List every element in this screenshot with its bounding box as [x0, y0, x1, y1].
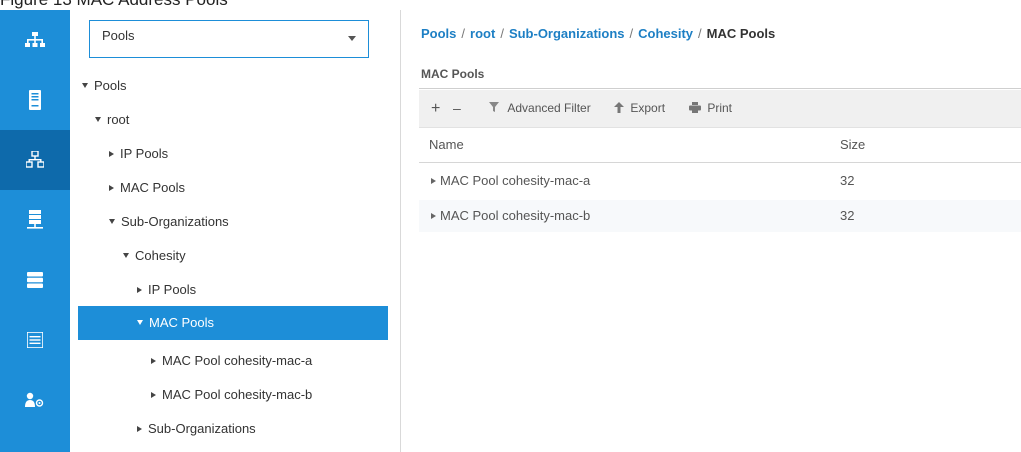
advanced-filter-button[interactable]: Advanced Filter	[489, 90, 591, 127]
column-header-name[interactable]: Name	[429, 130, 464, 160]
filter-icon	[489, 101, 504, 115]
list-icon	[27, 332, 43, 348]
rail-item-vm[interactable]	[0, 310, 70, 370]
print-button[interactable]: Print	[689, 90, 732, 127]
collapse-caret-icon[interactable]	[151, 357, 156, 364]
tree-node-cohesity[interactable]: Cohesity	[78, 239, 388, 273]
rail-item-admin[interactable]	[0, 370, 70, 430]
breadcrumb-separator: /	[461, 26, 466, 41]
rail-item-equipment[interactable]	[0, 10, 70, 70]
export-label: Export	[630, 101, 666, 115]
tree-node-label: MAC Pool cohesity-mac-b	[162, 387, 313, 402]
collapse-caret-icon[interactable]	[137, 425, 142, 432]
breadcrumb-link[interactable]: root	[470, 26, 495, 41]
tree-node-sub-organizations[interactable]: Sub-Organizations	[78, 205, 388, 239]
tree-node-ip-pools[interactable]: IP Pools	[78, 137, 388, 171]
lan-icon	[26, 151, 44, 169]
server-icon	[28, 90, 42, 110]
tree-node-label: Sub-Organizations	[121, 214, 229, 229]
advanced-filter-label: Advanced Filter	[507, 101, 591, 115]
tree-node-label: root	[107, 112, 130, 127]
breadcrumb-current: MAC Pools	[706, 26, 776, 41]
tree-node-label: MAC Pool cohesity-mac-a	[162, 353, 313, 368]
print-label: Print	[707, 101, 733, 115]
breadcrumb-link[interactable]: Sub-Organizations	[509, 26, 625, 41]
rail-item-servers[interactable]	[0, 70, 70, 130]
tree-node-label: IP Pools	[148, 282, 197, 297]
chevron-down-icon	[348, 36, 356, 41]
export-arrow-icon	[614, 101, 627, 115]
figure-caption: Figure 13 MAC Address Pools	[0, 0, 228, 10]
breadcrumb-link[interactable]: Pools	[421, 26, 456, 41]
row-size: 32	[840, 173, 855, 188]
main-nav-rail	[0, 10, 70, 452]
tree-node-label: Pools	[94, 78, 127, 93]
collapse-caret-icon[interactable]	[109, 184, 114, 191]
collapse-caret-icon[interactable]	[151, 391, 156, 398]
section-title: MAC Pools	[421, 67, 485, 81]
breadcrumb-separator: /	[500, 26, 504, 41]
tree-node-mac-pools[interactable]: MAC Pools	[78, 171, 388, 205]
export-button[interactable]: Export	[614, 90, 665, 127]
network-topology-icon	[25, 32, 45, 48]
tree-node-root[interactable]: root	[78, 103, 388, 137]
navigation-pane: Pools Pools root IP Pools MAC Pools Sub-…	[70, 10, 401, 452]
content-pane: Pools / root / Sub-Organizations / Cohesity / MA…	[401, 10, 1021, 452]
tree-node-label: MAC Pools	[149, 315, 215, 330]
rail-item-storage[interactable]	[0, 250, 70, 310]
breadcrumb-separator: /	[629, 26, 634, 41]
expand-row-icon[interactable]	[431, 212, 436, 219]
row-name-cell: MAC Pool cohesity-mac-a	[431, 165, 590, 197]
printer-icon	[689, 101, 704, 115]
nav-filter-dropdown[interactable]: Pools	[89, 20, 369, 58]
admin-settings-icon	[25, 392, 45, 408]
tree-node-cohesity-ip-pools[interactable]: IP Pools	[78, 273, 388, 307]
tree-node-pools[interactable]: Pools	[78, 69, 388, 103]
breadcrumb-separator: /	[698, 26, 702, 41]
expand-caret-icon[interactable]	[109, 219, 115, 225]
remove-button[interactable]: –	[453, 90, 461, 127]
table-header: Name Size	[419, 130, 1021, 163]
breadcrumb: Pools / root / Sub-Organizations / Cohesity / MA…	[421, 26, 775, 41]
tree-node-cohesity-sub-organizations[interactable]: Sub-Organizations	[78, 412, 388, 446]
expand-caret-icon[interactable]	[95, 117, 101, 123]
section-divider	[419, 88, 1021, 89]
row-size: 32	[840, 208, 855, 223]
row-name: MAC Pool cohesity-mac-b	[440, 208, 591, 223]
table-row[interactable]: MAC Pool cohesity-mac-a 32	[419, 165, 1021, 197]
row-name: MAC Pool cohesity-mac-a	[440, 173, 591, 188]
expand-caret-icon[interactable]	[82, 83, 88, 89]
tree-node-label: IP Pools	[120, 146, 169, 161]
expand-row-icon[interactable]	[431, 177, 436, 184]
expand-caret-icon[interactable]	[137, 320, 143, 326]
row-name-cell: MAC Pool cohesity-mac-b	[431, 200, 590, 232]
rail-item-san[interactable]	[0, 190, 70, 250]
storage-icon	[27, 272, 43, 288]
tree-node-label: MAC Pools	[120, 180, 186, 195]
table-row[interactable]: MAC Pool cohesity-mac-b 32	[419, 200, 1021, 232]
breadcrumb-link[interactable]: Cohesity	[638, 26, 693, 41]
add-button[interactable]: +	[431, 90, 440, 127]
rail-item-lan[interactable]	[0, 130, 70, 190]
tree-node-mac-pool-a[interactable]: MAC Pool cohesity-mac-a	[78, 344, 388, 378]
collapse-caret-icon[interactable]	[109, 150, 114, 157]
expand-caret-icon[interactable]	[123, 253, 129, 259]
nav-filter-value: Pools	[102, 28, 135, 43]
column-header-size[interactable]: Size	[840, 130, 865, 160]
table-toolbar: + – Advanced Filter Export Print	[419, 90, 1021, 128]
tree-node-cohesity-mac-pools[interactable]: MAC Pools	[78, 306, 388, 340]
tree-node-label: Cohesity	[135, 248, 186, 263]
collapse-caret-icon[interactable]	[137, 286, 142, 293]
san-icon	[27, 210, 43, 230]
tree-node-label: Sub-Organizations	[148, 421, 256, 436]
tree-node-mac-pool-b[interactable]: MAC Pool cohesity-mac-b	[78, 378, 388, 412]
